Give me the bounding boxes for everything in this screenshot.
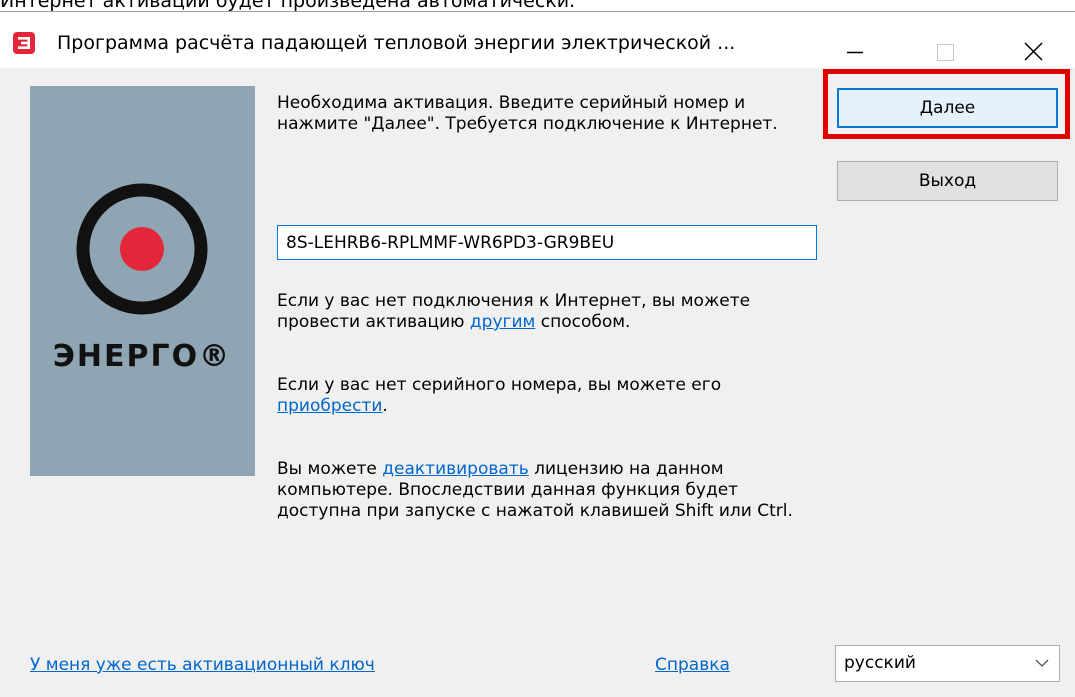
app-logo-icon <box>13 32 35 54</box>
window-title: Программа расчёта падающей тепловой энер… <box>57 32 736 54</box>
deactivate-before: Вы можете <box>277 459 383 479</box>
no-internet-text: Если у вас нет подключения к Интернет, в… <box>277 291 797 333</box>
have-key-link[interactable]: У меня уже есть активационный ключ <box>30 654 375 676</box>
no-internet-after: способом. <box>535 312 631 332</box>
language-select[interactable]: русский <box>835 645 1060 682</box>
logo-wordmark: ЭНЕРГО® <box>53 339 231 374</box>
logo-graphic: ЭНЕРГО® <box>53 183 231 374</box>
serial-number-input[interactable] <box>277 225 817 260</box>
chevron-down-icon <box>1035 659 1049 667</box>
other-method-link[interactable]: другим <box>470 312 535 332</box>
background-text: Интернет активации будет произведена авт… <box>0 0 576 12</box>
intro-text: Необходима активация. Введите серийный н… <box>277 93 778 134</box>
no-serial-text: Если у вас нет серийного номера, вы може… <box>277 375 797 417</box>
help-link[interactable]: Справка <box>655 654 730 676</box>
title-bar[interactable]: Программа расчёта падающей тепловой энер… <box>0 12 1075 68</box>
product-logo: ЭНЕРГО® <box>30 86 255 476</box>
highlight-box <box>823 69 1070 139</box>
purchase-link[interactable]: приобрести <box>277 396 382 416</box>
no-serial-before: Если у вас нет серийного номера, вы може… <box>277 375 722 395</box>
deactivate-text: Вы можете деактивировать лицензию на дан… <box>277 459 812 522</box>
deactivate-link[interactable]: деактивировать <box>382 459 528 479</box>
exit-button[interactable]: Выход <box>837 161 1058 201</box>
no-serial-after: . <box>382 396 388 416</box>
language-value: русский <box>844 653 916 673</box>
